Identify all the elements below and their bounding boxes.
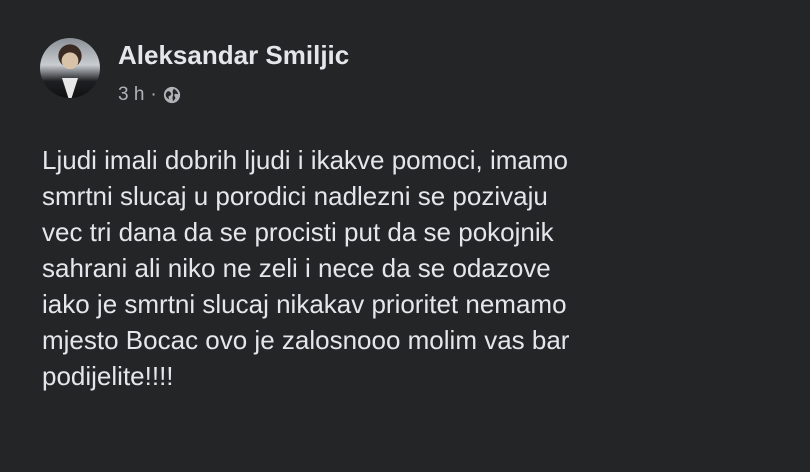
separator-dot: · [150, 84, 157, 105]
facebook-post: Aleksandar Smiljic 3 h · Ljudi imali dob… [0, 0, 810, 472]
globe-icon[interactable] [163, 86, 181, 104]
avatar[interactable] [40, 38, 100, 98]
post-header: Aleksandar Smiljic 3 h · [40, 38, 349, 106]
post-text: Ljudi imali dobrih ljudi i ikakve pomoci… [42, 145, 570, 391]
author-name[interactable]: Aleksandar Smiljic [118, 40, 349, 70]
post-meta: Aleksandar Smiljic 3 h · [118, 38, 349, 106]
post-timestamp[interactable]: 3 h [118, 84, 144, 106]
post-subline: 3 h · [118, 84, 349, 106]
avatar-shirt [62, 78, 78, 98]
